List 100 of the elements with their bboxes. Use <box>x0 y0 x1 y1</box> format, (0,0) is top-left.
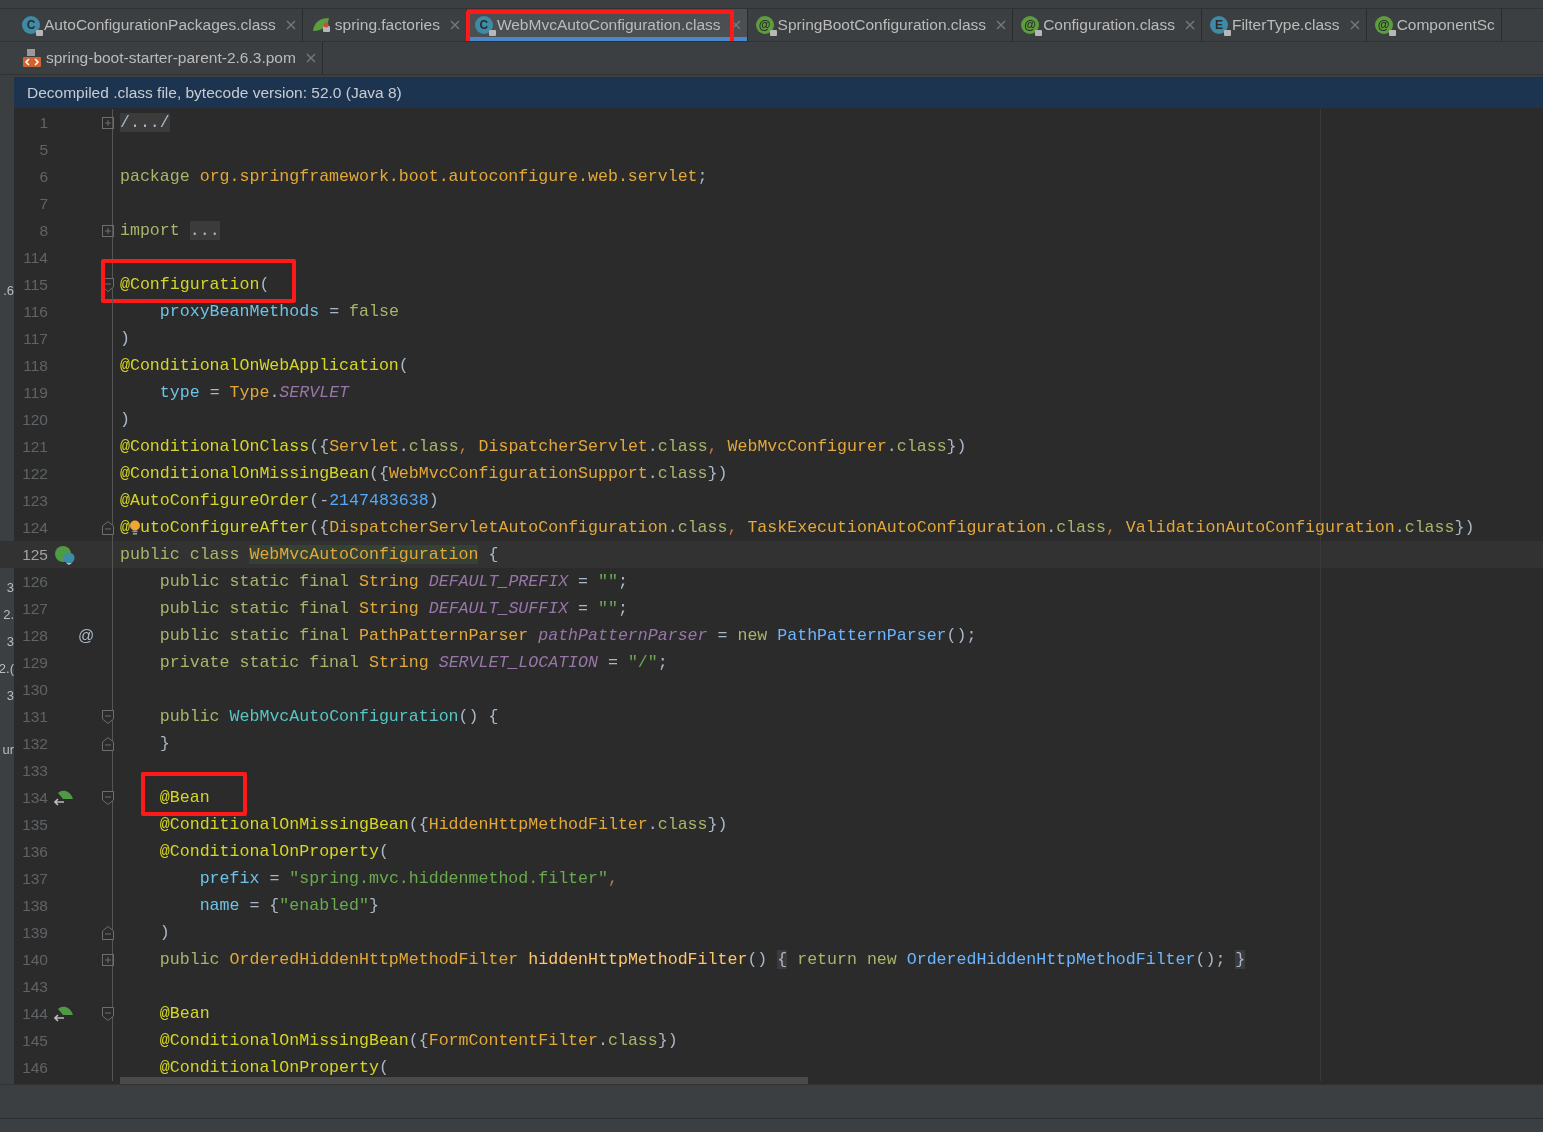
line-number: 127 <box>21 599 48 618</box>
code-line: utoConfigureAfter({DispatcherServletAutoConfiguration.class, TaskExecutionAutoConfiguration.class, ValidationAutoConfiguration.class}) <box>139 518 1475 537</box>
fold-marker-icon[interactable] <box>102 736 114 751</box>
clipped-text: 2. <box>3 607 14 622</box>
line-number: 144 <box>21 1004 48 1023</box>
line-number: 125 <box>21 545 48 564</box>
code-line: package org.springframework.boot.autoconfigure.web.servlet; <box>120 167 708 186</box>
annotation-file-icon: @ <box>755 16 774 34</box>
code-line: import ... <box>120 221 220 240</box>
line-number: 133 <box>21 761 48 780</box>
line-number: 115 <box>22 275 48 294</box>
line-number: 124 <box>21 518 48 537</box>
code-line: @ConditionalOnProperty( <box>158 1058 389 1077</box>
line-number: 114 <box>22 248 48 267</box>
code-line: @Configuration( <box>120 275 270 294</box>
clipped-text: ur <box>2 742 14 757</box>
fold-marker-icon[interactable] <box>102 925 114 940</box>
line-number: 132 <box>21 734 48 753</box>
code-line: @ConditionalOnClass({Servlet.class, DispatcherServlet.class, WebMvcConfigurer.class}) <box>120 437 967 456</box>
code-line: public OrderedHiddenHttpMethodFilter hiddenHttpMethodFilter() { return new OrderedHiddenHttpMethodFilter(); } <box>158 950 1246 969</box>
line-number: 146 <box>21 1058 48 1077</box>
code-line: @ConditionalOnProperty( <box>158 842 389 861</box>
code-line: @AutoConfigureOrder(-2147483638) <box>120 491 439 510</box>
close-icon[interactable] <box>1184 20 1195 30</box>
clipped-text: 3 <box>6 634 14 649</box>
line-number: 145 <box>21 1031 48 1050</box>
line-number: 1 <box>38 113 48 132</box>
line-number: 121 <box>21 437 48 456</box>
close-icon[interactable] <box>305 53 316 63</box>
clipped-text: 2.( <box>0 661 14 676</box>
clipped-text: .6 <box>3 283 14 298</box>
code-line: public class WebMvcAutoConfiguration { <box>120 545 499 564</box>
code-line: @ConditionalOnWebApplication( <box>120 356 409 375</box>
line-number: 139 <box>21 923 48 942</box>
close-icon[interactable] <box>285 20 296 30</box>
fold-marker-icon[interactable] <box>102 790 114 805</box>
code-line: public static final PathPatternParser pathPatternParser = new PathPatternParser(); <box>158 626 977 645</box>
close-icon[interactable] <box>996 20 1007 30</box>
line-number: 143 <box>21 977 48 996</box>
code-line: @ConditionalOnMissingBean({FormContentFilter.class}) <box>158 1031 678 1050</box>
line-number: 122 <box>21 464 48 483</box>
line-number: 131 <box>21 707 48 726</box>
gutter-marker[interactable]: @ <box>78 626 95 645</box>
line-number: 129 <box>21 653 48 672</box>
code-line: prefix = "spring.mvc.hiddenmethod.filter", <box>198 869 618 888</box>
line-number: 116 <box>22 302 48 321</box>
line-number: 119 <box>22 383 48 402</box>
line-number: 117 <box>22 329 48 348</box>
code-line: proxyBeanMethods = false <box>158 302 399 321</box>
line-number: 120 <box>21 410 48 429</box>
line-number: 8 <box>38 221 48 240</box>
line-number: 138 <box>21 896 48 915</box>
clipped-text: 3 <box>6 580 14 595</box>
close-icon[interactable] <box>1349 20 1360 30</box>
fold-marker-icon[interactable] <box>102 520 114 535</box>
code-line: @ConditionalOnMissingBean({HiddenHttpMethodFilter.class}) <box>158 815 728 834</box>
code-line: private static final String SERVLET_LOCATION = "/"; <box>158 653 668 672</box>
class-file-icon: C <box>22 16 40 34</box>
bean-marker-icon[interactable] <box>54 1004 74 1023</box>
line-number: 118 <box>22 356 48 375</box>
code-line: @Bean <box>158 1004 210 1023</box>
horizontal-scrollbar[interactable] <box>120 1077 808 1084</box>
fold-marker-icon[interactable] <box>102 277 114 292</box>
bean-marker-icon[interactable] <box>54 788 74 807</box>
fold-marker-icon[interactable] <box>102 115 114 130</box>
line-number: 137 <box>21 869 48 888</box>
line-number: 128 <box>21 626 48 645</box>
code-line: ) <box>158 923 170 942</box>
annotation-file-icon: @ <box>1021 16 1040 34</box>
line-number: 7 <box>38 194 48 213</box>
leaf-icon <box>310 16 331 34</box>
implementation-marker-icon[interactable] <box>54 544 76 565</box>
fold-marker-icon[interactable] <box>102 709 114 724</box>
fold-marker-icon[interactable] <box>102 223 114 238</box>
line-number: 134 <box>21 788 48 807</box>
code-line: type = Type.SERVLET <box>158 383 350 402</box>
pom-file-icon <box>22 48 42 68</box>
code-line: @Bean <box>158 788 210 807</box>
line-number: 130 <box>21 680 48 699</box>
line-number: 135 <box>21 815 48 834</box>
line-number: 136 <box>21 842 48 861</box>
annotation-file-icon: @ <box>1374 16 1393 34</box>
code-line: @ <box>120 518 130 537</box>
code-line: ) <box>120 329 130 348</box>
line-number: 140 <box>21 950 48 969</box>
line-number: 5 <box>38 140 48 159</box>
code-line: name = {"enabled"} <box>198 896 379 915</box>
close-icon[interactable] <box>449 20 460 30</box>
code-line: public WebMvcAutoConfiguration() { <box>158 707 499 726</box>
line-number: 123 <box>21 491 48 510</box>
code-line: ) <box>120 410 130 429</box>
fold-marker-icon[interactable] <box>102 952 114 967</box>
code-line: } <box>158 734 170 753</box>
line-number: 6 <box>38 167 48 186</box>
clipped-text: 3 <box>6 688 14 703</box>
fold-marker-icon[interactable] <box>102 1006 114 1021</box>
decompiled-notice: Decompiled .class file, bytecode version: 52.0 (Java 8) <box>14 77 1543 109</box>
class-file-icon: C <box>474 16 493 34</box>
code-line: @ConditionalOnMissingBean({WebMvcConfigurationSupport.class}) <box>120 464 728 483</box>
line-number: 126 <box>21 572 48 591</box>
